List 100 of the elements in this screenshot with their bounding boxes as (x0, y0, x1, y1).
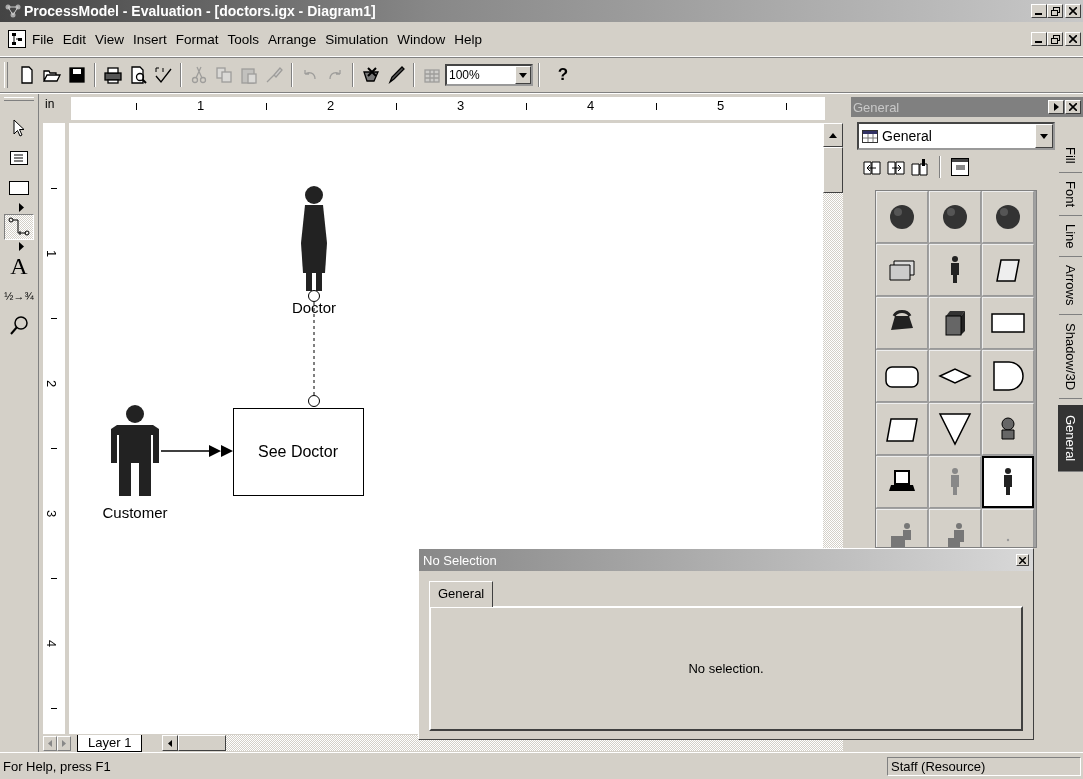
expand-arrow-icon[interactable] (18, 203, 24, 212)
close-button[interactable] (1065, 4, 1081, 18)
right-arrow-icon (62, 739, 66, 747)
cards-icon (889, 260, 915, 281)
help-button[interactable]: ? (551, 63, 575, 87)
layer-tab[interactable]: Layer 1 (77, 734, 143, 752)
zoom-dropdown[interactable]: 100% (445, 64, 533, 86)
shape-button[interactable] (982, 456, 1034, 508)
spell-icon (153, 65, 173, 85)
message-text: No selection. (688, 661, 764, 676)
close-button[interactable] (1065, 32, 1081, 46)
left-arrow-icon (48, 739, 52, 747)
menu-item[interactable]: Simulation (325, 31, 395, 47)
library-dropdown[interactable]: General (857, 122, 1056, 150)
status-panel: Staff (Resource) (887, 756, 1081, 776)
restore-button[interactable] (1047, 32, 1063, 46)
side-tab[interactable]: Fill (1058, 139, 1082, 173)
restore-icon (1050, 34, 1060, 44)
caret-icon (1040, 133, 1049, 139)
person-icon (951, 256, 959, 283)
close-icon (1069, 103, 1077, 111)
sphere-icon (890, 205, 914, 229)
expand-button[interactable] (1048, 100, 1064, 114)
text-block-icon (10, 151, 28, 165)
window-icon[interactable] (951, 158, 969, 176)
ruler-number: 4 (44, 639, 60, 648)
card-icon (996, 259, 1020, 282)
menu-item[interactable]: Format (175, 31, 225, 47)
menu-item[interactable]: Arrange (268, 31, 323, 47)
sphere-icon (943, 205, 967, 229)
menu-item[interactable]: View (95, 31, 131, 47)
ruler-number: 2 (327, 98, 335, 113)
paste-icon (239, 65, 259, 85)
side-tab[interactable]: Line (1058, 215, 1082, 258)
caret-icon (519, 72, 527, 78)
text-tool[interactable]: A (4, 253, 34, 279)
node-label: Customer (102, 504, 168, 521)
close-button[interactable] (1065, 100, 1081, 114)
scroll-left-button[interactable] (43, 735, 57, 751)
connector-icon (8, 217, 30, 237)
scroll-thumb[interactable] (823, 147, 843, 193)
preview-icon (128, 65, 148, 85)
node-label: Doctor (291, 299, 337, 316)
minimize-button[interactable] (1031, 4, 1047, 18)
side-tab[interactable]: Font (1058, 172, 1082, 216)
side-tab[interactable]: General (1057, 404, 1083, 473)
ruler-number: 5 (717, 98, 725, 113)
panel-title: General (853, 99, 900, 115)
document-icon[interactable] (8, 30, 26, 48)
cut-icon (189, 65, 209, 85)
menu-item[interactable]: Window (397, 31, 452, 47)
print-icon (103, 65, 123, 85)
connector-tool[interactable] (4, 214, 34, 240)
activity-box[interactable] (233, 408, 364, 496)
numbering-tool[interactable]: ½→¾ (4, 283, 34, 309)
restore-icon (1050, 6, 1060, 16)
parallelogram-icon (886, 418, 918, 442)
person-icon (951, 468, 959, 495)
scroll-right-button[interactable] (57, 735, 71, 751)
close-button[interactable] (1016, 554, 1029, 566)
triangle-icon (938, 413, 972, 446)
person-figure[interactable] (111, 405, 159, 496)
person-figure[interactable] (301, 186, 327, 291)
book-forward-icon[interactable] (887, 158, 905, 176)
menu-item[interactable]: Help (454, 31, 488, 47)
scroll-thumb[interactable] (178, 735, 227, 751)
restore-button[interactable] (1047, 4, 1063, 18)
dialog-tab[interactable]: General (429, 581, 494, 607)
brush-icon (264, 65, 284, 85)
scroll-up-icon (829, 132, 837, 138)
side-tab[interactable]: Arrows (1058, 257, 1082, 315)
status-text: For Help, press F1 (2, 758, 112, 774)
save-icon (67, 65, 87, 85)
scroll-left-icon (168, 739, 173, 747)
menu-item[interactable]: Insert (133, 31, 173, 47)
arrow-connector[interactable] (160, 445, 233, 457)
rectangle-icon (9, 181, 29, 195)
book-icon[interactable] (911, 158, 929, 176)
pencil-icon (386, 65, 406, 85)
right-arrow-icon (1053, 103, 1059, 111)
book-back-icon[interactable] (863, 158, 881, 176)
expand-arrow-icon[interactable] (18, 242, 24, 251)
ruler-number: 2 (44, 379, 60, 388)
menu-item[interactable]: File (32, 31, 60, 47)
ruler-number: 3 (457, 98, 465, 113)
dot-icon (1006, 538, 1010, 542)
cube-icon (945, 311, 965, 336)
diamond-icon (938, 368, 972, 384)
search-icon (10, 316, 28, 336)
menu-item[interactable]: Edit (62, 31, 93, 47)
computer-icon (889, 470, 915, 491)
table-icon (862, 129, 878, 143)
minimize-button[interactable] (1031, 32, 1047, 46)
person-icon (1004, 468, 1012, 495)
rounded-rectangle-icon (885, 366, 919, 388)
close-icon (1019, 556, 1026, 564)
menu-item[interactable]: Tools (227, 31, 266, 47)
close-icon (1069, 35, 1077, 43)
side-tab[interactable]: Shadow/3D (1058, 314, 1082, 399)
pointer-icon (12, 119, 26, 137)
